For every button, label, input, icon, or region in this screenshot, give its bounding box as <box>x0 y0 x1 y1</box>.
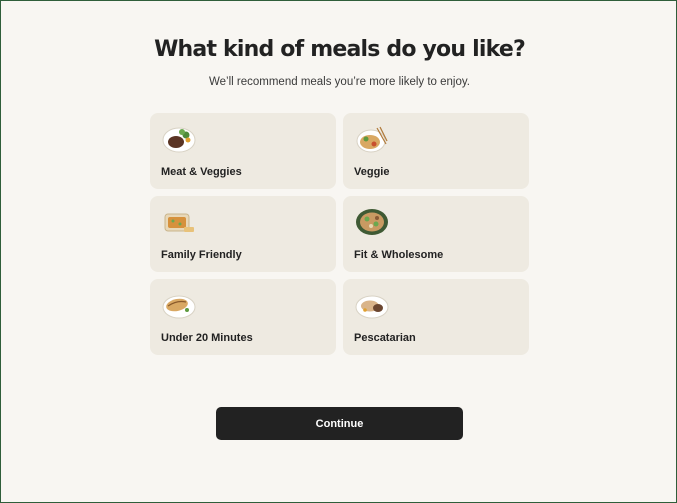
casserole-dish-icon <box>164 213 194 232</box>
meat-veggies-plate-icon <box>162 127 196 153</box>
option-under-20-minutes[interactable]: Under 20 Minutes <box>150 279 336 355</box>
continue-button[interactable]: Continue <box>216 407 463 440</box>
burrito-plate-icon <box>162 295 196 319</box>
option-label: Meat & Veggies <box>161 166 242 178</box>
option-label: Family Friendly <box>161 249 242 261</box>
option-fit-wholesome[interactable]: Fit & Wholesome <box>343 196 529 272</box>
onboarding-screen: What kind of meals do you like? We’ll re… <box>0 0 677 503</box>
option-meat-veggies[interactable]: Meat & Veggies <box>150 113 336 189</box>
option-label: Veggie <box>354 166 390 178</box>
option-label: Under 20 Minutes <box>161 332 253 344</box>
page-subtitle: We’ll recommend meals you’re more likely… <box>209 76 470 88</box>
option-pescatarian[interactable]: Pescatarian <box>343 279 529 355</box>
salad-bowl-icon <box>356 209 388 235</box>
option-veggie[interactable]: Veggie <box>343 113 529 189</box>
fish-plate-icon <box>355 295 389 319</box>
option-label: Pescatarian <box>354 332 416 344</box>
option-family-friendly[interactable]: Family Friendly <box>150 196 336 272</box>
option-label: Fit & Wholesome <box>354 249 444 261</box>
veggie-noodle-bowl-icon <box>356 126 388 153</box>
page-title: What kind of meals do you like? <box>154 37 526 62</box>
